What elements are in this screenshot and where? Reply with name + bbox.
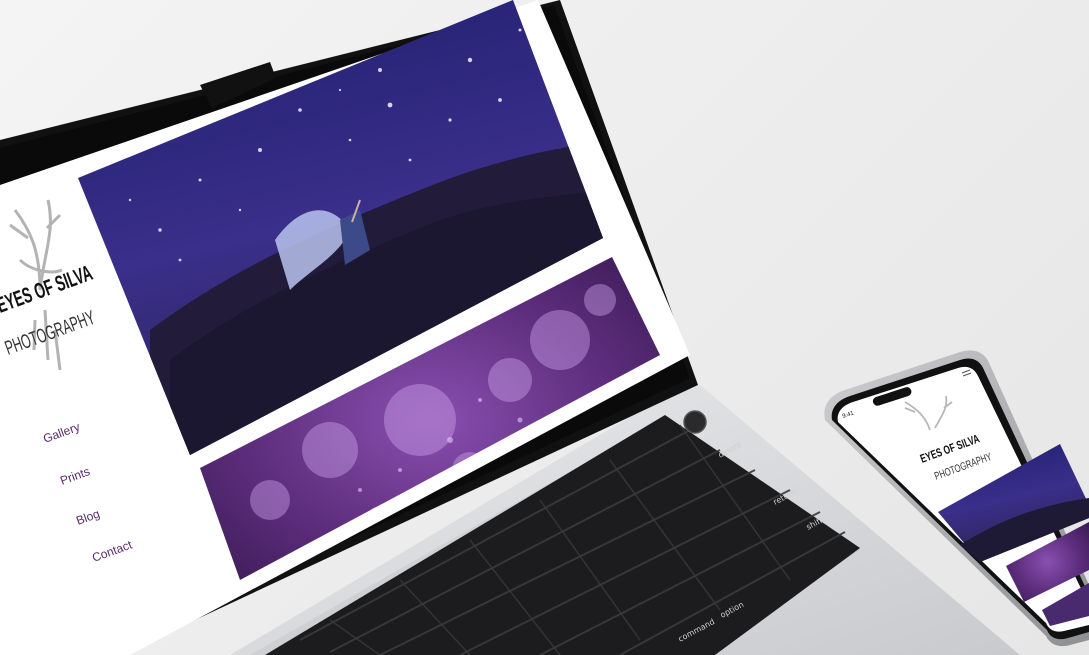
touch-id-key[interactable] xyxy=(683,410,707,434)
device-mockup-scene: delete return shift option command EYES … xyxy=(0,0,1089,655)
